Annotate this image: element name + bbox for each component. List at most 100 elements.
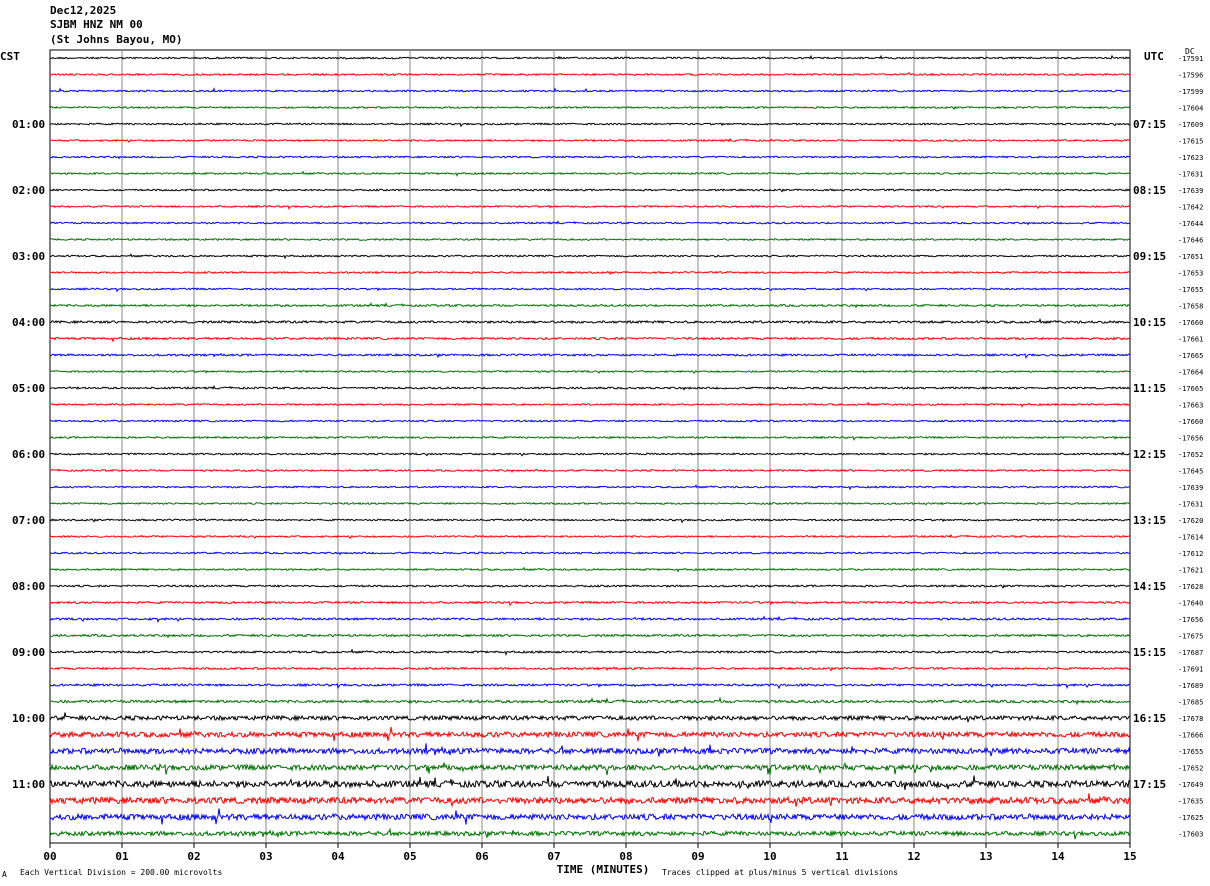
trace-offset-label: -17631 (1178, 501, 1203, 509)
trace-offset-label: -17599 (1178, 88, 1203, 96)
trace-offset-label: -17678 (1178, 715, 1203, 723)
utc-hour-label: 09:15 (1133, 250, 1166, 263)
trace-offset-label: -17664 (1178, 369, 1203, 377)
trace-line (49, 155, 1131, 160)
cst-hour-label: 08:00 (12, 580, 45, 593)
trace-line (49, 633, 1131, 639)
trace-offset-label: -17635 (1178, 798, 1203, 806)
trace-line (49, 369, 1131, 375)
cst-hour-label: 05:00 (12, 382, 45, 395)
cst-hour-label: 04:00 (12, 316, 45, 329)
x-tick-label: 01 (115, 850, 129, 863)
trace-line (49, 302, 1131, 309)
trace-offset-label: -17591 (1178, 55, 1203, 63)
trace-offset-label: -17639 (1178, 187, 1203, 195)
trace-line (49, 287, 1131, 293)
trace-line (49, 451, 1131, 457)
trace-offset-label: -17665 (1178, 385, 1203, 393)
trace-offset-label: -17640 (1178, 600, 1203, 608)
trace-offset-label: -17615 (1178, 138, 1203, 146)
x-tick-label: 13 (979, 850, 992, 863)
cst-hour-label: 02:00 (12, 184, 45, 197)
trace-line (49, 712, 1131, 723)
trace-offset-label: -17651 (1178, 253, 1203, 261)
trace-line (49, 270, 1131, 276)
trace-offset-label: -17661 (1178, 336, 1203, 344)
trace-line (49, 419, 1131, 423)
trace-offset-label: -17604 (1178, 105, 1203, 113)
trace-line (49, 401, 1131, 408)
trace-line (49, 352, 1131, 359)
trace-offset-label: -17644 (1178, 220, 1203, 228)
trace-offset-label: -17665 (1178, 352, 1203, 360)
trace-line (49, 793, 1130, 808)
x-tick-label: 08 (619, 850, 632, 863)
trace-offset-label: -17645 (1178, 468, 1203, 476)
trace-line (49, 551, 1131, 556)
trace-offset-label: -17646 (1178, 237, 1203, 245)
cst-hour-label: 03:00 (12, 250, 45, 263)
trace-offset-label: -17612 (1178, 550, 1203, 558)
trace-line (49, 566, 1131, 573)
trace-offset-label: -17649 (1178, 781, 1203, 789)
trace-line (49, 648, 1131, 656)
trace-offset-label: -17628 (1178, 583, 1203, 591)
trace-line (49, 105, 1131, 111)
utc-hour-label: 13:15 (1133, 514, 1166, 527)
trace-line (49, 188, 1131, 193)
seismogram-chart: -17591 -17596 -17599 -17604 -17609 -17615 -176… (12, 49, 1203, 876)
trace-offset-label: -17652 (1178, 765, 1203, 773)
trace-line (49, 761, 1131, 776)
trace-offset-label: -17666 (1178, 732, 1203, 740)
trace-offset-label: -17660 (1178, 418, 1203, 426)
cst-hour-label: 09:00 (12, 646, 45, 659)
x-tick-label: 11 (835, 850, 849, 863)
trace-offset-label: -17631 (1178, 171, 1203, 179)
x-tick-label: 02 (187, 850, 200, 863)
trace-offset-label: -17642 (1178, 204, 1203, 212)
trace-line (49, 743, 1131, 757)
utc-hour-label: 12:15 (1133, 448, 1166, 461)
trace-line (49, 71, 1131, 77)
cst-hour-label: 10:00 (12, 712, 45, 725)
trace-line (49, 336, 1131, 343)
x-tick-label: 03 (259, 850, 272, 863)
trace-offset-label: -17655 (1178, 748, 1203, 756)
cst-hour-label: 01:00 (12, 118, 45, 131)
trace-line (49, 253, 1131, 260)
trace-line (49, 533, 1131, 540)
trace-line (49, 696, 1131, 706)
utc-hour-label: 14:15 (1133, 580, 1166, 593)
trace-line (49, 237, 1131, 242)
utc-hour-label: 16:15 (1133, 712, 1166, 725)
trace-offset-label: -17658 (1178, 303, 1203, 311)
trace-line (49, 600, 1131, 607)
trace-line (49, 726, 1131, 742)
trace-offset-label: -17689 (1178, 682, 1203, 690)
trace-line (49, 137, 1131, 144)
x-tick-label: 05 (403, 850, 416, 863)
trace-line (49, 435, 1131, 441)
trace-offset-label: -17685 (1178, 699, 1203, 707)
trace-line (49, 682, 1131, 690)
trace-offset-label: -17655 (1178, 286, 1203, 294)
trace-line (49, 204, 1131, 210)
trace-line (49, 827, 1131, 840)
trace-line (49, 220, 1131, 226)
trace-offset-label: -17609 (1178, 121, 1203, 129)
x-tick-label: 00 (43, 850, 56, 863)
trace-line (49, 775, 1131, 790)
trace-line (49, 170, 1131, 177)
trace-line (49, 87, 1131, 93)
trace-offset-label: -17621 (1178, 567, 1203, 575)
trace-line (49, 666, 1131, 672)
trace-offset-label: -17663 (1178, 402, 1203, 410)
trace-line (49, 54, 1131, 60)
trace-line (49, 584, 1131, 589)
x-tick-label: 09 (691, 850, 704, 863)
utc-hour-label: 07:15 (1133, 118, 1166, 131)
x-tick-label: 12 (907, 850, 920, 863)
x-tick-label: 10 (763, 850, 776, 863)
trace-line (49, 808, 1131, 825)
plot-frame (49, 49, 1131, 844)
